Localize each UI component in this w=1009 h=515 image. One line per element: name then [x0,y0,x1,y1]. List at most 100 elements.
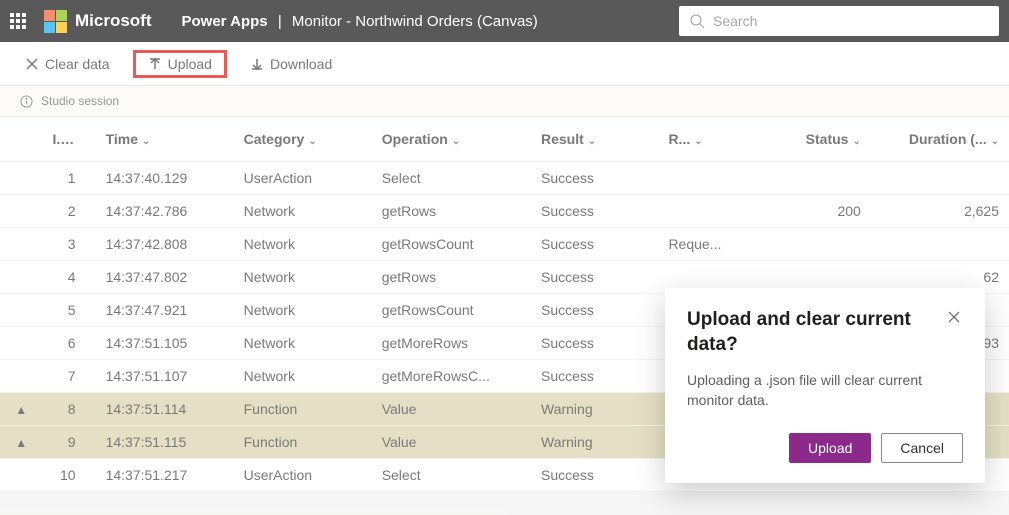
top-bar: Microsoft Power Apps | Monitor - Northwi… [0,0,1009,42]
upload-icon [148,57,162,71]
cell-duration [871,227,1009,260]
col-warn[interactable] [0,117,42,161]
cell-result: Success [531,458,658,491]
warning-icon: ▲ [15,436,27,450]
cell-status: 200 [765,194,871,227]
cell-id: 8 [42,392,95,425]
close-icon [947,310,961,324]
cell-id: 10 [42,458,95,491]
clear-data-button[interactable]: Clear data [20,54,115,74]
cell-r: Reque... [658,227,764,260]
cell-operation: Value [372,392,531,425]
microsoft-logo-icon [44,10,67,33]
page-title: Monitor - Northwind Orders (Canvas) [292,13,538,30]
table-row[interactable]: 1 14:37:40.129 UserAction Select Success [0,161,1009,194]
chevron-down-icon: ⌄ [452,136,460,147]
cell-category: Function [234,392,372,425]
cell-id: 6 [42,326,95,359]
cell-result: Warning [531,392,658,425]
table-row[interactable]: 3 14:37:42.808 Network getRowsCount Succ… [0,227,1009,260]
dialog-upload-button[interactable]: Upload [789,433,871,463]
cell-category: UserAction [234,458,372,491]
cell-status [765,161,871,194]
chevron-down-icon: ⌄ [308,136,316,147]
cell-time: 14:37:51.115 [96,425,234,458]
chevron-down-icon: ⌄ [694,136,702,147]
session-label: Studio session [41,94,119,108]
cell-category: Network [234,194,372,227]
cell-id: 4 [42,260,95,293]
dialog-body: Uploading a .json file will clear curren… [687,371,963,410]
cell-operation: getRowsCount [372,293,531,326]
dialog-title: Upload and clear current data? [687,308,927,357]
chevron-down-icon: ⌄ [142,136,150,147]
cell-category: Network [234,326,372,359]
cell-id: 7 [42,359,95,392]
search-box[interactable] [679,6,999,36]
search-icon [689,13,705,29]
cell-operation: getRows [372,260,531,293]
col-category[interactable]: Category⌄ [234,117,372,161]
col-result[interactable]: Result⌄ [531,117,658,161]
col-r[interactable]: R...⌄ [658,117,764,161]
cell-time: 14:37:42.808 [96,227,234,260]
cell-time: 14:37:47.802 [96,260,234,293]
download-label: Download [270,56,332,72]
cell-result: Success [531,227,658,260]
chevron-down-icon: ⌄ [852,136,860,147]
close-icon [25,57,39,71]
col-time[interactable]: Time⌄ [96,117,234,161]
cell-time: 14:37:51.114 [96,392,234,425]
cell-operation: getMoreRowsC... [372,359,531,392]
dialog-close-button[interactable] [945,308,963,331]
cell-result: Success [531,326,658,359]
search-input[interactable] [713,13,989,29]
cell-time: 14:37:47.921 [96,293,234,326]
col-operation[interactable]: Operation⌄ [372,117,531,161]
chevron-down-icon: ⌄ [991,136,999,147]
chevron-down-icon: ⌄ [588,136,596,147]
cell-operation: getRowsCount [372,227,531,260]
cell-id: 1 [42,161,95,194]
cell-operation: Select [372,161,531,194]
cell-duration [871,161,1009,194]
col-id[interactable]: I..⌄ [42,117,95,161]
cell-category: UserAction [234,161,372,194]
clear-data-label: Clear data [45,56,110,72]
download-button[interactable]: Download [245,54,337,74]
cell-time: 14:37:42.786 [96,194,234,227]
info-icon [20,95,33,108]
cell-operation: Select [372,458,531,491]
cell-time: 14:37:40.129 [96,161,234,194]
app-breadcrumb: Power Apps | Monitor - Northwind Orders … [182,13,538,30]
col-duration[interactable]: Duration (...⌄ [871,117,1009,161]
cell-category: Network [234,293,372,326]
cell-r [658,194,764,227]
cell-id: 5 [42,293,95,326]
upload-button[interactable]: Upload [133,50,227,78]
cell-category: Function [234,425,372,458]
brand-text: Microsoft [75,11,152,31]
download-icon [250,57,264,71]
cell-id: 2 [42,194,95,227]
table-row[interactable]: 2 14:37:42.786 Network getRows Success 2… [0,194,1009,227]
dialog-cancel-button[interactable]: Cancel [881,433,963,463]
upload-label: Upload [168,56,212,72]
col-status[interactable]: Status⌄ [765,117,871,161]
cell-category: Network [234,260,372,293]
cell-operation: Value [372,425,531,458]
cell-category: Network [234,359,372,392]
cell-status [765,227,871,260]
upload-confirm-dialog: Upload and clear current data? Uploading… [665,288,985,483]
cell-time: 14:37:51.217 [96,458,234,491]
cell-time: 14:37:51.107 [96,359,234,392]
cell-result: Warning [531,425,658,458]
cell-id: 9 [42,425,95,458]
microsoft-logo[interactable]: Microsoft [44,10,152,33]
cell-duration: 2,625 [871,194,1009,227]
waffle-icon[interactable] [10,13,26,29]
cell-result: Success [531,194,658,227]
warning-icon: ▲ [15,403,27,417]
cell-category: Network [234,227,372,260]
app-name[interactable]: Power Apps [182,13,268,30]
